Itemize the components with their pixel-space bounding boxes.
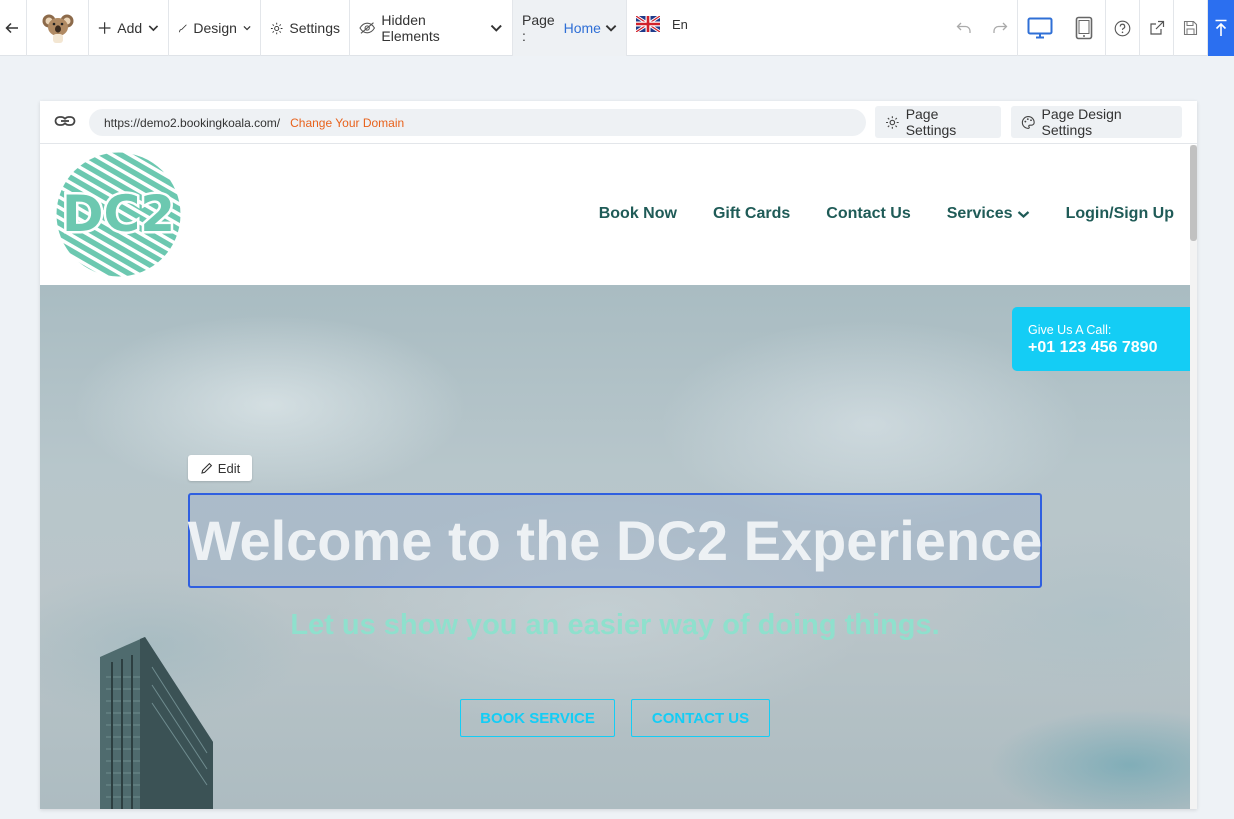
dc2-logo[interactable]: DC2 DC2 [55, 151, 182, 278]
gear-icon [270, 22, 283, 34]
edit-label: Edit [217, 460, 241, 476]
eye-slash-icon [359, 22, 376, 34]
preview-button[interactable] [1140, 0, 1174, 56]
add-label: Add [117, 20, 143, 36]
book-service-button[interactable]: BOOK SERVICE [460, 699, 615, 737]
site-nav: Book Now Gift Cards Contact Us Services … [599, 205, 1174, 223]
design-menu[interactable]: Design [169, 0, 261, 56]
koala-logo-icon [42, 14, 73, 43]
page-design-settings-button[interactable]: Page Design Settings [1011, 106, 1182, 138]
language-selector[interactable]: En [627, 0, 707, 56]
back-button[interactable] [0, 0, 27, 56]
hidden-elements-menu[interactable]: Hidden Elements [350, 0, 513, 56]
save-button[interactable] [1174, 0, 1208, 56]
chevron-down-icon [243, 26, 251, 31]
undo-button[interactable] [946, 0, 982, 56]
nav-services-label: Services [946, 205, 1013, 222]
pencil-icon [201, 462, 212, 474]
save-icon [1183, 20, 1198, 36]
desktop-icon [1027, 17, 1053, 39]
link-icon [54, 116, 76, 126]
chevron-down-icon [148, 25, 159, 32]
hero-subheadline: Let us show you an easier way of doing t… [290, 609, 940, 641]
nav-book-now[interactable]: Book Now [599, 205, 677, 223]
add-menu[interactable]: Add [89, 0, 169, 56]
page-value: Home [563, 20, 601, 36]
site-url: https://demo2.bookingkoala.com/ [104, 115, 281, 130]
chevron-down-icon [1017, 211, 1029, 218]
nav-gift-cards[interactable]: Gift Cards [713, 205, 790, 223]
hero-section: Give Us A Call: +01 123 456 7890 Edit We… [40, 285, 1190, 809]
nav-services[interactable]: Services [947, 205, 1030, 223]
gear-icon [886, 115, 899, 129]
nav-contact-us[interactable]: Contact Us [826, 205, 910, 223]
help-button[interactable] [1106, 0, 1140, 56]
arrow-up-to-line-icon [1215, 19, 1227, 36]
hidden-elements-label: Hidden Elements [381, 12, 440, 44]
headline-selection[interactable]: Welcome to the DC2 Experience [188, 493, 1042, 588]
top-toolbar: Add Design Settings Hidden Elements Page… [0, 0, 1234, 56]
change-domain-link[interactable]: Change Your Domain [290, 116, 404, 130]
site-url-field[interactable]: https://demo2.bookingkoala.com/ Change Y… [89, 109, 866, 136]
uk-flag-icon [636, 16, 660, 32]
scroll-to-top-button[interactable] [1208, 0, 1234, 56]
editor-frame: https://demo2.bookingkoala.com/ Change Y… [40, 101, 1197, 809]
call-label: Give Us A Call: [1028, 323, 1112, 337]
svg-text:DC2: DC2 [62, 185, 175, 243]
app-logo[interactable] [27, 0, 89, 56]
help-icon [1114, 20, 1131, 36]
tablet-icon [1075, 16, 1092, 40]
call-number: +01 123 456 7890 [1028, 339, 1158, 356]
frame-url-bar: https://demo2.bookingkoala.com/ Change Y… [40, 101, 1197, 144]
external-link-icon [1149, 20, 1164, 35]
scrollbar-thumb[interactable] [1190, 145, 1197, 241]
settings-label: Settings [289, 20, 340, 36]
page-settings-label: Page Settings [905, 106, 957, 138]
page-selector[interactable]: Page : Home [513, 0, 627, 56]
nav-login-signup[interactable]: Login/Sign Up [1066, 205, 1174, 223]
page-label: Page : [522, 12, 555, 44]
brush-icon [179, 23, 187, 32]
chevron-down-icon [491, 24, 503, 32]
tablet-view-button[interactable] [1062, 0, 1106, 56]
design-label: Design [193, 20, 237, 36]
settings-button[interactable]: Settings [261, 0, 350, 56]
language-label: En [672, 16, 688, 32]
contact-us-button[interactable]: CONTACT US [631, 699, 770, 737]
page-settings-button[interactable]: Page Settings [875, 106, 1001, 138]
desktop-view-button[interactable] [1018, 0, 1062, 56]
call-us-widget[interactable]: Give Us A Call: +01 123 456 7890 [1012, 307, 1190, 371]
hero-headline: Welcome to the DC2 Experience [187, 509, 1043, 572]
edit-button[interactable]: Edit [188, 455, 252, 481]
frame-scrollbar[interactable] [1190, 145, 1197, 809]
building-image [100, 637, 213, 809]
redo-icon [992, 22, 1007, 33]
page-design-settings-label: Page Design Settings [1041, 106, 1122, 138]
chevron-down-icon [605, 25, 617, 32]
palette-icon [1021, 115, 1035, 129]
undo-icon [956, 22, 971, 33]
site-header: DC2 DC2 Book Now Gift Cards Contact Us S… [40, 145, 1190, 285]
back-arrow-icon [5, 22, 18, 34]
redo-button[interactable] [982, 0, 1018, 56]
plus-icon [98, 22, 111, 34]
